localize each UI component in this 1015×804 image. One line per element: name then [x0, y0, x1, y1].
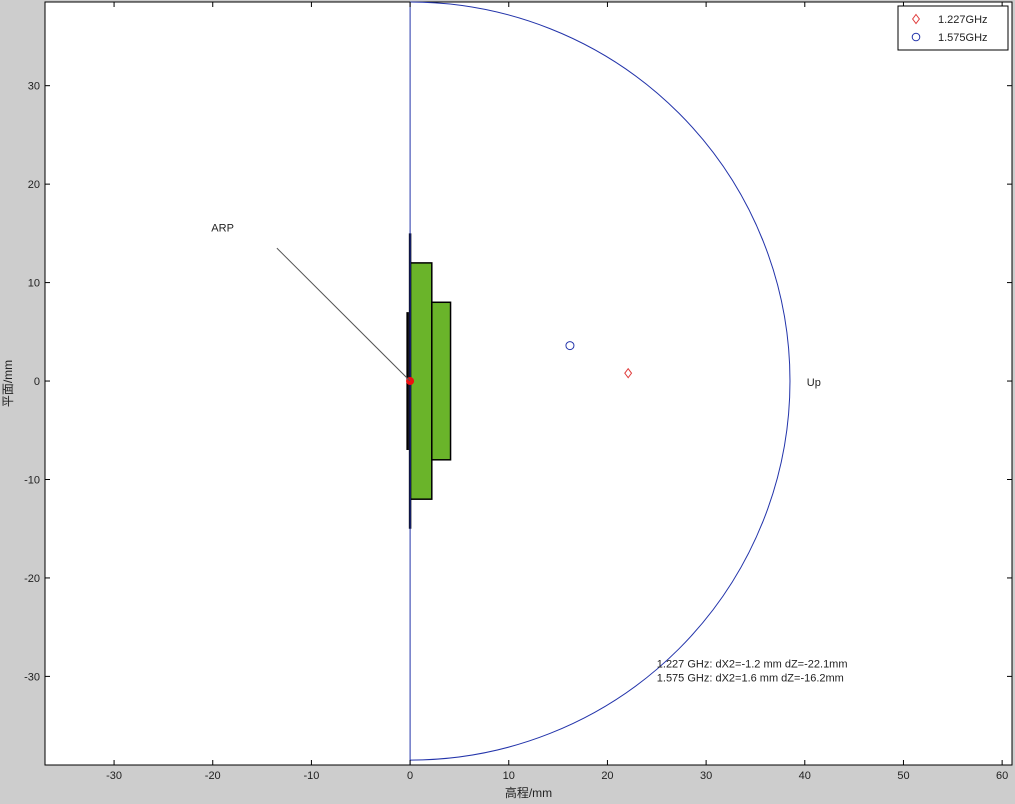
y-tick-label: -30	[24, 671, 40, 683]
chart: -30 -20 -10 0 10 20 30 40 50 60 -30 -20 -10 0 10 20 30 A…	[1, 1, 1013, 800]
x-tick-label: -10	[303, 770, 319, 782]
x-tick-label: 20	[601, 770, 613, 782]
legend-label: 1.575GHz	[938, 32, 988, 44]
x-tick-label: -20	[205, 770, 221, 782]
figure: -30 -20 -10 0 10 20 30 40 50 60 -30 -20 -10 0 10 20 30 A…	[0, 0, 1015, 800]
y-tick-label: 10	[28, 278, 40, 290]
y-tick-label: -20	[24, 573, 40, 585]
y-tick-label: -10	[24, 474, 40, 486]
annotation-text: 1.575 GHz: dX2=1.6 mm dZ=-16.2mm	[657, 672, 844, 684]
x-axis-label: 高程/mm	[505, 785, 552, 799]
annotation-text: Up	[807, 377, 821, 389]
legend: 1.227GHz 1.575GHz	[897, 5, 1009, 51]
x-tick-label: 0	[407, 770, 413, 782]
x-tick-label: 60	[996, 770, 1008, 782]
x-tick-label: 30	[700, 770, 712, 782]
legend-label: 1.227GHz	[938, 14, 988, 26]
y-tick-label: 20	[28, 179, 40, 191]
antenna-block	[431, 301, 452, 461]
x-tick-label: 40	[799, 770, 811, 782]
y-tick-label: 0	[34, 376, 40, 388]
plot-area	[44, 1, 1013, 766]
annotation-text: 1.227 GHz: dX2=-1.2 mm dZ=-22.1mm	[657, 659, 848, 671]
x-tick-label: 50	[897, 770, 909, 782]
arp-label: ARP	[211, 222, 234, 234]
x-tick-label: -30	[106, 770, 122, 782]
x-tick-label: 10	[503, 770, 515, 782]
y-tick-label: 30	[28, 81, 40, 93]
y-axis-label: 平面/mm	[1, 360, 15, 407]
